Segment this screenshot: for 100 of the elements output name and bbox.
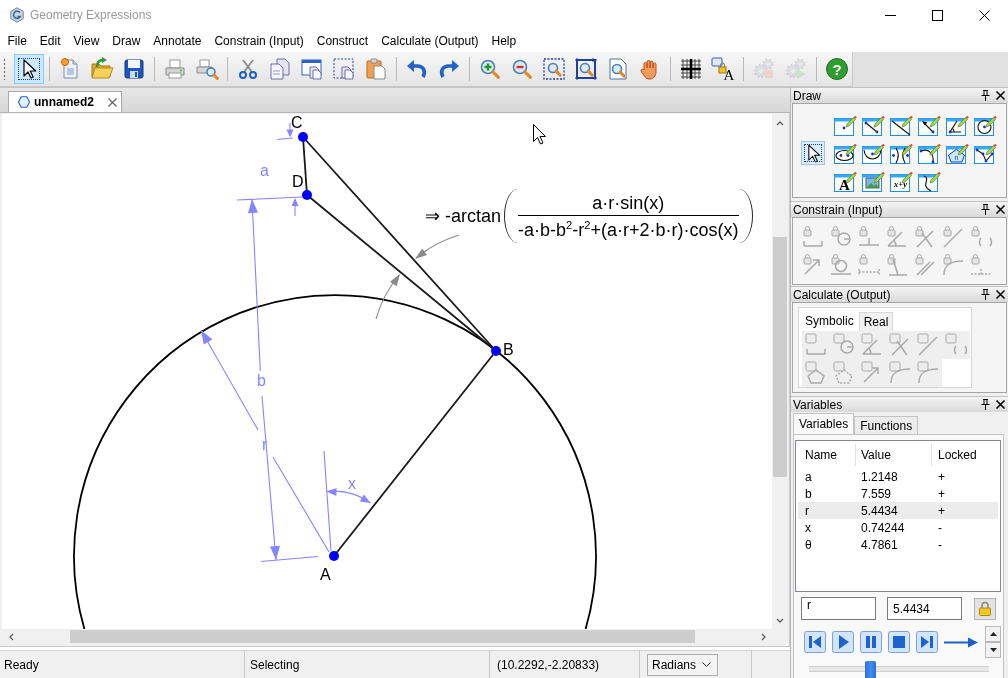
spin-up-button[interactable] <box>985 626 1001 642</box>
select-tool-button[interactable] <box>14 54 44 84</box>
save-icon <box>122 57 146 81</box>
table-cell-text: 0.74244 <box>860 520 906 535</box>
cursor-coordinates: (10.2292,-2.20833) <box>497 657 600 672</box>
chevron-down-icon <box>702 662 711 667</box>
menu-item[interactable]: Annotate <box>146 30 208 52</box>
menu-item[interactable]: Draw <box>105 30 147 52</box>
panel-title: Constrain (Input) <box>793 202 883 217</box>
close-icon[interactable] <box>979 9 990 21</box>
table-row[interactable]: r 5.4434 + <box>798 502 998 519</box>
table-cell-text: - <box>937 537 943 552</box>
close-icon[interactable] <box>996 91 1005 100</box>
point-label: D <box>292 173 304 190</box>
table-cell-text: r <box>804 503 810 518</box>
spin-down-button[interactable] <box>985 642 1001 658</box>
copy-window-icon <box>300 57 324 81</box>
table-cell-text: x <box>804 520 812 535</box>
select-tool-button[interactable] <box>801 141 825 165</box>
window-title: Geometry Expressions <box>30 8 152 22</box>
polyline-tool-icon[interactable] <box>973 141 997 165</box>
slider-thumb[interactable] <box>864 661 876 678</box>
column-header[interactable]: Name <box>798 444 855 466</box>
lock-button[interactable] <box>974 597 996 620</box>
angle-tool-icon[interactable] <box>945 113 969 137</box>
menu-item[interactable]: Help <box>485 30 523 52</box>
ellipse-tool-icon[interactable] <box>833 141 857 165</box>
status-mode: Selecting <box>250 657 300 672</box>
line-tool-icon[interactable] <box>889 113 913 137</box>
table-cell-text: 1.2148 <box>860 469 899 484</box>
circle-tool-icon[interactable] <box>973 113 997 137</box>
toolbar-grip-icon[interactable] <box>3 58 6 80</box>
pin-icon[interactable] <box>981 204 990 215</box>
pause-icon <box>860 631 882 653</box>
skip-to-start-button[interactable] <box>804 631 826 653</box>
menu-item[interactable]: Construct <box>310 30 375 52</box>
stop-button[interactable] <box>888 631 910 653</box>
hyperbola-tool-icon[interactable] <box>889 141 913 165</box>
pause-button[interactable] <box>860 631 882 653</box>
scrollbar-thumb[interactable] <box>773 237 787 477</box>
pin-icon[interactable] <box>981 399 990 410</box>
table-cell-text: θ <box>804 537 813 552</box>
close-icon[interactable] <box>996 290 1005 299</box>
column-header[interactable]: Value <box>855 444 931 466</box>
table-cell-text: + <box>937 503 946 518</box>
menu-item[interactable]: Calculate (Output) <box>374 30 485 52</box>
copy-selection-icon <box>332 57 356 81</box>
gears-play-icon <box>784 57 808 81</box>
panel-tab[interactable]: Real <box>858 312 894 331</box>
panel-tab[interactable]: Variables <box>793 413 855 434</box>
arc-tool-icon[interactable] <box>917 141 941 165</box>
maximize-icon <box>932 9 943 21</box>
segment-tool-icon[interactable] <box>861 113 885 137</box>
table-cell-text: 4.7861 <box>860 537 899 552</box>
zoom-page-icon <box>606 57 630 81</box>
drawing-canvas[interactable]: a b r x C D B A ⇒ -arctan a·r·sin(x) -a·b-b$^{2}$-r$^{2}$+(a·r+2·b·r)·cos(x) <box>2 114 772 629</box>
vector-tool-icon[interactable] <box>917 113 941 137</box>
point-icon <box>329 551 339 561</box>
play-button[interactable] <box>832 631 854 653</box>
pin-icon[interactable] <box>981 289 990 300</box>
menu-item[interactable]: Constrain (Input) <box>207 30 311 52</box>
skip-to-end-button[interactable] <box>916 631 938 653</box>
dimension-label: x <box>348 475 356 492</box>
close-icon[interactable] <box>996 205 1005 214</box>
direction-arrow-icon[interactable] <box>944 637 978 647</box>
skip-to-start-icon <box>804 631 826 653</box>
padlock-icon <box>979 601 991 616</box>
dimension-label: a <box>260 162 269 179</box>
point-label: B <box>503 341 514 358</box>
tab-close-icon[interactable] <box>108 97 117 107</box>
picture-tool-icon[interactable] <box>861 169 885 193</box>
panel-title: Draw <box>793 88 821 103</box>
menu-item[interactable]: View <box>67 30 106 52</box>
angle-unit-dropdown[interactable]: Radians <box>647 653 718 676</box>
pin-icon[interactable] <box>981 90 990 101</box>
print-preview-icon <box>195 57 219 81</box>
point-label: C <box>291 114 303 131</box>
scrollbar-thumb[interactable] <box>70 630 695 643</box>
panel-title: Calculate (Output) <box>793 287 891 302</box>
variable-value-field[interactable]: 5.4434 <box>887 597 962 620</box>
document-tab[interactable]: unnamed2 <box>8 91 122 112</box>
parabola-tool-icon[interactable] <box>861 141 885 165</box>
table-cell-text: 7.559 <box>860 486 893 501</box>
curve-tool-icon[interactable] <box>917 169 941 193</box>
zoom-box-icon <box>542 57 566 81</box>
minimize-icon <box>885 14 896 16</box>
column-header[interactable]: Locked <box>931 444 998 466</box>
panel-tab[interactable]: Functions <box>854 416 919 434</box>
table-cell-text: a <box>804 469 813 484</box>
printer-icon <box>163 57 187 81</box>
table-cell-text: 5.4434 <box>860 503 899 518</box>
close-icon[interactable] <box>996 400 1005 409</box>
scissors-icon <box>236 57 260 81</box>
menu-item[interactable]: File <box>1 30 34 52</box>
menu-item[interactable]: Edit <box>33 30 68 52</box>
status-message: Ready <box>4 657 39 672</box>
point-icon <box>298 132 308 142</box>
fraction-numerator: a·r·sin(x) <box>591 192 666 214</box>
table-cell-text: + <box>937 486 946 501</box>
variable-name-field[interactable]: r <box>801 597 876 620</box>
